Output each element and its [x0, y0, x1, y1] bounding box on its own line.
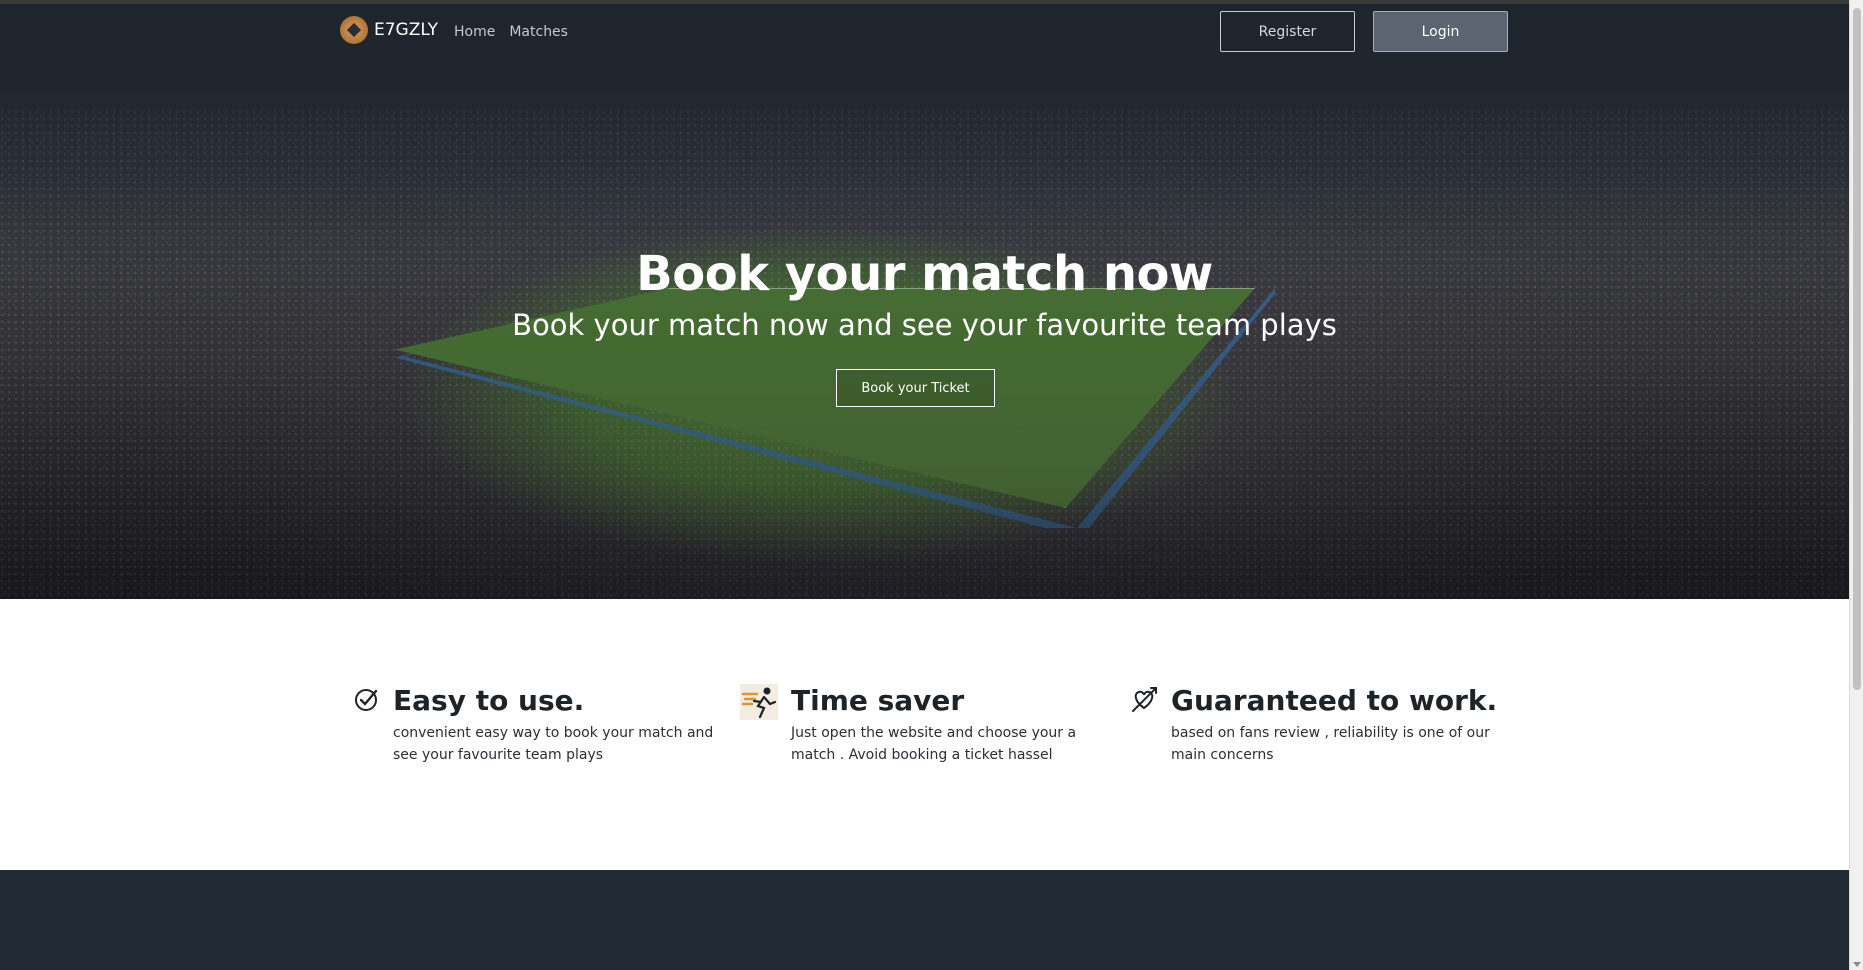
feature-description: convenient easy way to book your match a… [393, 725, 714, 763]
hero-title: Book your match now [636, 246, 1213, 302]
scrollbar-thumb[interactable] [1853, 8, 1861, 690]
nav-link-home[interactable]: Home [454, 24, 495, 40]
register-button[interactable]: Register [1220, 11, 1355, 52]
nav-links: Home Matches [454, 24, 568, 40]
feature-description: Just open the website and choose your a … [791, 725, 1077, 763]
scroll-down-arrow-icon[interactable] [1853, 962, 1861, 967]
nav-link-matches[interactable]: Matches [509, 24, 568, 40]
features-section: Easy to use. convenient easy way to book… [0, 599, 1849, 870]
navbar: E7GZLY Home Matches Register Login [0, 4, 1849, 60]
book-ticket-button[interactable]: Book your Ticket [836, 369, 995, 407]
login-button[interactable]: Login [1373, 11, 1508, 52]
vertical-scrollbar[interactable] [1849, 0, 1863, 970]
feature-title: Time saver [791, 684, 965, 717]
brand[interactable]: E7GZLY [340, 16, 438, 44]
brand-logo-icon [340, 16, 368, 44]
brand-name: E7GZLY [374, 20, 438, 40]
feature-title: Guaranteed to work. [1171, 684, 1498, 717]
hero-section: Book your match now Book your match now … [0, 0, 1849, 599]
hero-subtitle: Book your match now and see your favouri… [512, 308, 1337, 342]
feature-description: based on fans review , reliability is on… [1171, 725, 1490, 763]
heart-arrow-icon [1132, 687, 1157, 712]
dark-section [0, 870, 1849, 970]
running-man-icon [740, 684, 778, 720]
feature-title: Easy to use. [393, 684, 585, 717]
check-circle-icon [355, 689, 378, 711]
